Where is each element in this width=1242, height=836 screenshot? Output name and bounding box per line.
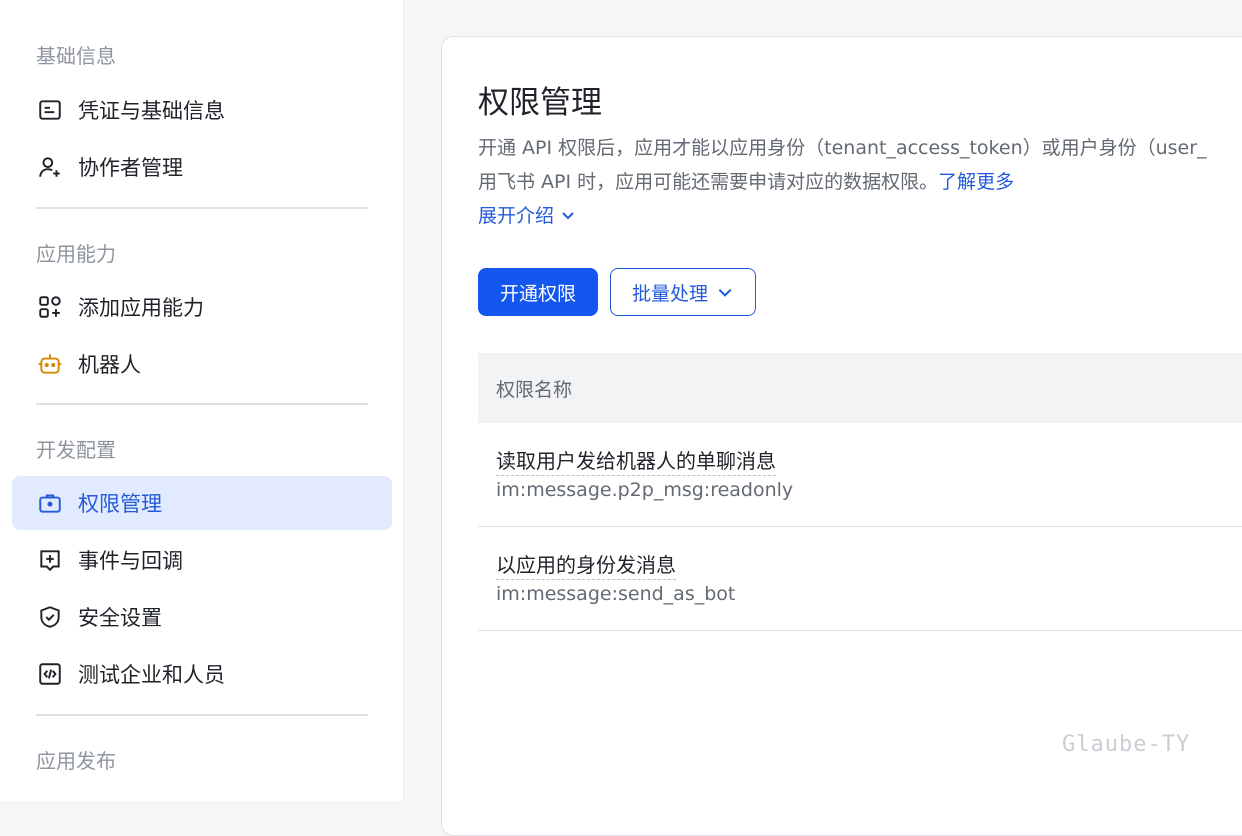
- section-title-basic: 基础信息: [36, 44, 116, 68]
- divider: [36, 403, 368, 405]
- enable-permission-button[interactable]: 开通权限: [478, 268, 598, 316]
- sidebar-item-test-org[interactable]: 测试企业和人员: [12, 647, 392, 701]
- sidebar-item-permissions[interactable]: 权限管理: [12, 476, 392, 530]
- sidebar-item-label: 权限管理: [78, 492, 162, 516]
- batch-process-label: 批量处理: [631, 282, 708, 305]
- code-icon: [36, 660, 64, 688]
- sidebar-item-label: 安全设置: [78, 606, 162, 630]
- sidebar-item-events[interactable]: 事件与回调: [12, 533, 392, 587]
- page-title: 权限管理: [478, 85, 602, 121]
- grid-add-icon: [36, 293, 64, 321]
- sidebar: 基础信息 凭证与基础信息 协作者管理 应用能力 添加应用能力 机器人 开发配置 …: [0, 0, 404, 801]
- description-text: 用飞书 API 时，应用可能还需要申请对应的数据权限。: [478, 171, 939, 193]
- chevron-down-icon: [718, 289, 732, 297]
- section-title-capability: 应用能力: [36, 242, 116, 266]
- description-line-1: 开通 API 权限后，应用才能以应用身份（tenant_access_token…: [478, 137, 1207, 159]
- sidebar-item-credentials[interactable]: 凭证与基础信息: [12, 83, 392, 137]
- user-add-icon: [36, 153, 64, 181]
- sidebar-item-label: 凭证与基础信息: [78, 99, 225, 123]
- description-line-2: 用飞书 API 时，应用可能还需要申请对应的数据权限。了解更多: [478, 165, 1242, 199]
- briefcase-icon: [36, 489, 64, 517]
- section-title-publish: 应用发布: [36, 749, 116, 773]
- table-header: 权限名称: [478, 353, 1242, 423]
- table-row[interactable]: 读取用户发给机器人的单聊消息 im:message.p2p_msg:readon…: [478, 423, 1242, 527]
- permissions-card: 权限管理 开通 API 权限后，应用才能以应用身份（tenant_access_…: [441, 36, 1242, 836]
- section-title-dev: 开发配置: [36, 438, 116, 462]
- permission-name[interactable]: 以应用的身份发消息: [496, 549, 676, 580]
- robot-icon: [36, 350, 64, 378]
- permission-name[interactable]: 读取用户发给机器人的单聊消息: [496, 445, 776, 476]
- expand-intro-link[interactable]: 展开介绍: [478, 201, 576, 228]
- batch-process-button[interactable]: 批量处理: [610, 268, 756, 316]
- sidebar-item-label: 添加应用能力: [78, 296, 204, 320]
- divider: [36, 714, 368, 716]
- sidebar-item-collaborators[interactable]: 协作者管理: [12, 140, 392, 194]
- permission-code: im:message.p2p_msg:readonly: [496, 479, 794, 501]
- sidebar-item-robot[interactable]: 机器人: [12, 337, 392, 391]
- table-row[interactable]: 以应用的身份发消息 im:message:send_as_bot: [478, 527, 1242, 631]
- column-header-permission-name: 权限名称: [496, 378, 573, 401]
- watermark: Glaube-TY: [1062, 732, 1191, 757]
- learn-more-link[interactable]: 了解更多: [938, 171, 1014, 193]
- sidebar-item-label: 测试企业和人员: [78, 663, 225, 687]
- expand-intro-label: 展开介绍: [478, 205, 555, 227]
- sidebar-item-add-capability[interactable]: 添加应用能力: [12, 280, 392, 334]
- sidebar-item-label: 协作者管理: [78, 156, 183, 180]
- sidebar-item-security[interactable]: 安全设置: [12, 590, 392, 644]
- shield-icon: [36, 603, 64, 631]
- id-card-icon: [36, 96, 64, 124]
- page-description: 开通 API 权限后，应用才能以应用身份（tenant_access_token…: [478, 131, 1242, 199]
- permission-code: im:message:send_as_bot: [496, 583, 736, 605]
- sidebar-item-label: 机器人: [78, 353, 141, 377]
- divider: [36, 207, 368, 209]
- event-icon: [36, 546, 64, 574]
- chevron-down-icon: [562, 211, 574, 219]
- sidebar-item-label: 事件与回调: [78, 549, 183, 573]
